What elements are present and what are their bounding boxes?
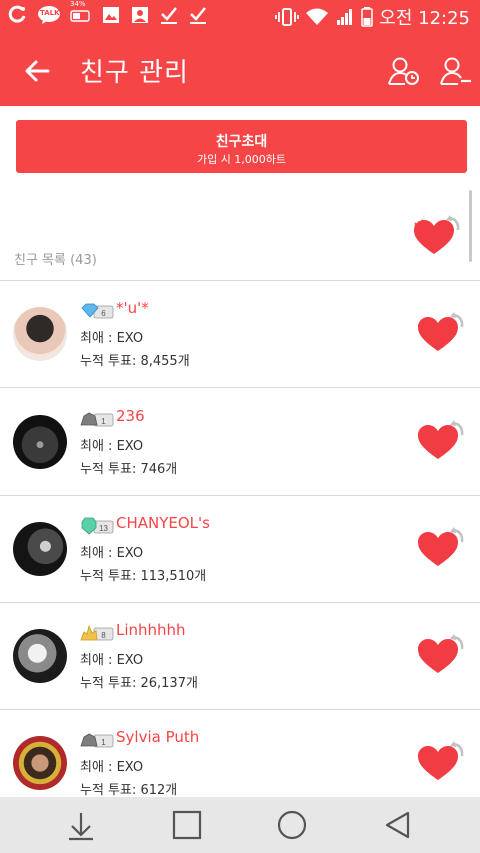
- olleh-icon: [8, 5, 28, 25]
- kakaotalk-icon: TALK: [37, 5, 61, 25]
- friend-avatar: [13, 307, 67, 361]
- rock-badge-icon: 1: [80, 412, 114, 427]
- user-minus-icon: [440, 57, 471, 85]
- heart-vote-icon: [418, 634, 464, 673]
- gold-badge-icon: 8: [80, 624, 114, 641]
- badge-level: 1: [101, 738, 106, 747]
- friend-votes: 누적 투표: 8,455개: [80, 354, 190, 369]
- heart-vote-icon: [418, 312, 464, 351]
- invite-subtitle: 가입 시 1,000하트: [196, 153, 287, 166]
- emerald-badge-icon: 13: [81, 517, 114, 535]
- badge-level: 13: [99, 524, 108, 533]
- friend-name: CHANYEOL's: [116, 514, 210, 532]
- triangle-back-icon: [385, 811, 410, 839]
- friend-name: 236: [116, 407, 145, 425]
- friend-name: Sylvia Puth: [116, 728, 200, 746]
- gallery-icon: [101, 5, 121, 25]
- signal-icon: [335, 7, 355, 27]
- friend-votes: 누적 투표: 612개: [80, 783, 178, 798]
- task-done-icon: [159, 5, 179, 25]
- friend-avatar: [13, 522, 67, 576]
- heart-vote-icon: ALL: [413, 215, 460, 254]
- friend-row-3[interactable]: 13 CHANYEOL's 최애 : EXO 누적 투표: 113,510개: [0, 495, 480, 603]
- vote-heart-button[interactable]: [414, 417, 466, 465]
- badge-level: 6: [101, 309, 106, 318]
- wifi-icon: [305, 7, 329, 27]
- vibrate-icon: [275, 7, 300, 27]
- friend-avatar: [13, 629, 67, 683]
- invite-friends-button[interactable]: 친구초대 가입 시 1,000하트: [16, 120, 467, 173]
- vote-all-button[interactable]: ALL: [410, 210, 462, 260]
- remove-friend-button[interactable]: [439, 54, 473, 88]
- vote-heart-button[interactable]: [414, 524, 466, 572]
- contact-icon: [130, 5, 150, 25]
- back-button[interactable]: [22, 56, 52, 86]
- home-button[interactable]: [272, 807, 312, 843]
- badge-level: 1: [101, 417, 106, 426]
- app-bar: 친구 관리: [0, 34, 480, 106]
- square-icon: [172, 810, 202, 840]
- friend-favorite: 최애 : EXO: [80, 439, 144, 454]
- friend-favorite: 최애 : EXO: [80, 546, 144, 561]
- task-done-icon-2: [188, 5, 208, 25]
- friend-list-header: 친구 목록 (43) ALL: [0, 185, 480, 281]
- heart-vote-icon: [418, 527, 464, 566]
- battery-icon: [361, 7, 374, 27]
- friend-row-1[interactable]: 6 *'u'* 최애 : EXO 누적 투표: 8,455개: [0, 280, 480, 388]
- friend-favorite: 최애 : EXO: [80, 760, 144, 775]
- friend-votes: 누적 투표: 746개: [80, 462, 178, 477]
- friend-avatar: [13, 736, 67, 790]
- battery-saver-icon: 34%: [70, 0, 92, 25]
- talk-label: TALK: [40, 9, 60, 17]
- friend-favorite: 최애 : EXO: [80, 653, 144, 668]
- arrow-left-icon: [25, 60, 50, 82]
- friend-row-4[interactable]: 8 Linhhhhh 최애 : EXO 누적 투표: 26,137개: [0, 602, 480, 710]
- invite-title: 친구초대: [215, 134, 268, 150]
- scrollbar[interactable]: [469, 190, 472, 262]
- download-arrow-icon: [69, 813, 93, 841]
- friend-favorite: 최애 : EXO: [80, 331, 144, 346]
- heart-vote-icon: [418, 420, 464, 459]
- status-time: 오전 12:25: [379, 8, 470, 29]
- friend-name: *'u'*: [116, 299, 149, 317]
- friend-votes: 누적 투표: 26,137개: [80, 676, 198, 691]
- battery-percent-label: 34%: [70, 0, 86, 8]
- status-bar: TALK 34% 오전 12:25: [0, 0, 480, 34]
- notification-drawer-button[interactable]: [61, 807, 101, 843]
- vote-heart-button[interactable]: [414, 309, 466, 357]
- vote-heart-button[interactable]: [414, 631, 466, 679]
- friend-settings-button[interactable]: [387, 54, 421, 88]
- recent-apps-button[interactable]: [167, 807, 207, 843]
- friend-name: Linhhhhh: [116, 621, 186, 639]
- friend-votes: 누적 투표: 113,510개: [80, 569, 207, 584]
- diamond-badge-icon: 6: [81, 303, 114, 319]
- friend-list-title: 친구 목록 (43): [14, 253, 97, 268]
- circle-icon: [277, 810, 307, 840]
- badge-level: 8: [101, 631, 106, 640]
- vote-heart-button[interactable]: [414, 738, 466, 786]
- rock-badge-icon: 1: [80, 733, 114, 748]
- heart-vote-icon: [418, 741, 464, 780]
- user-clock-icon: [388, 57, 419, 85]
- system-nav-bar: [0, 797, 480, 853]
- friend-avatar: [13, 415, 67, 469]
- page-title: 친구 관리: [80, 58, 189, 88]
- back-nav-button[interactable]: [378, 807, 418, 843]
- friend-row-2[interactable]: 1 236 최애 : EXO 누적 투표: 746개: [0, 388, 480, 496]
